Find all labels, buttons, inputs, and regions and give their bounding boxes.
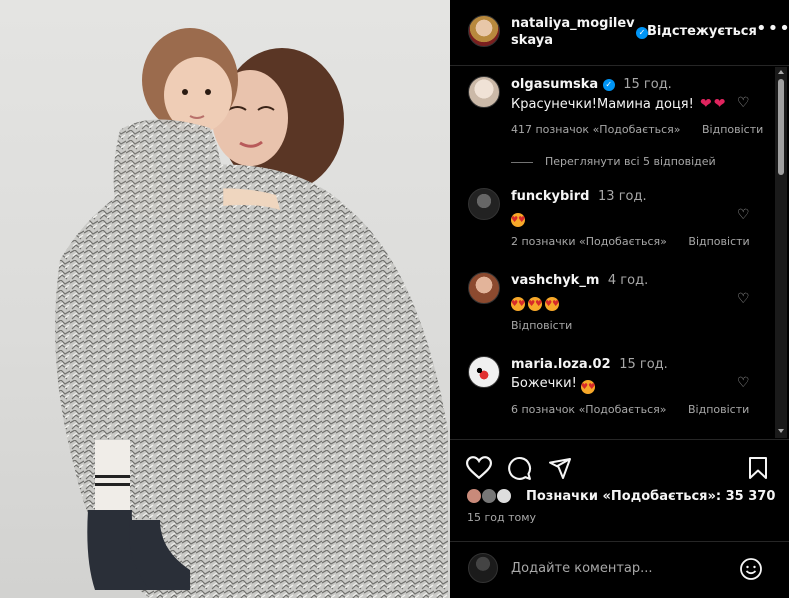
comment-text-content: Красунечки!Мамина доця! bbox=[511, 97, 694, 112]
share-icon[interactable] bbox=[548, 456, 572, 480]
comment-meta: 417 позначок «Подобається» Відповісти bbox=[511, 123, 781, 136]
comment-likes-count[interactable]: 2 позначки «Подобається» bbox=[511, 235, 667, 248]
comment-username-text[interactable]: vashchyk_m bbox=[511, 273, 599, 288]
comment-meta: Відповісти bbox=[511, 319, 590, 332]
red-heart-emoji-icon: ❤ bbox=[699, 96, 712, 112]
comment-time: 15 год. bbox=[623, 77, 672, 92]
comment-username-text[interactable]: funckybird bbox=[511, 189, 589, 204]
like-comment-heart-icon[interactable]: ♡ bbox=[737, 375, 750, 391]
commenter-avatar[interactable] bbox=[468, 188, 500, 220]
comment-time: 15 год. bbox=[619, 357, 668, 372]
comments-list: olgasumska ✓ 15 год. Красунечки!Мамина д… bbox=[450, 67, 789, 438]
reply-button[interactable]: Відповісти bbox=[511, 319, 572, 332]
liker-avatar bbox=[481, 488, 497, 504]
likes-summary[interactable]: Позначки «Подобається»: 35 370 bbox=[466, 487, 786, 507]
comment-username[interactable]: funckybird 13 год. bbox=[511, 189, 647, 204]
post-actions: Позначки «Подобається»: 35 370 15 год то… bbox=[450, 439, 789, 551]
post-photo[interactable] bbox=[0, 0, 450, 598]
comment-text: ♥♥ bbox=[511, 209, 528, 227]
reply-button[interactable]: Відповісти bbox=[688, 235, 749, 248]
following-button[interactable]: Відстежується bbox=[647, 24, 757, 39]
heart-eyes-emoji-icon: ♥♥ bbox=[528, 297, 542, 311]
heart-icon[interactable] bbox=[466, 456, 492, 480]
heart-eyes-emoji-icon: ♥♥ bbox=[511, 297, 525, 311]
like-comment-heart-icon[interactable]: ♡ bbox=[737, 291, 750, 307]
reply-button[interactable]: Відповісти bbox=[688, 403, 749, 416]
comment-input[interactable] bbox=[511, 561, 731, 576]
current-user-avatar[interactable] bbox=[468, 553, 498, 583]
comments-scrollbar[interactable] bbox=[775, 67, 787, 438]
comment-text: Красунечки!Мамина доця! ❤ ❤ bbox=[511, 96, 725, 112]
author-username[interactable]: nataliya_mogilevskaya bbox=[511, 15, 639, 49]
reply-button[interactable]: Відповісти bbox=[702, 123, 763, 136]
comment-time: 13 год. bbox=[598, 189, 647, 204]
heart-eyes-emoji-icon: ♥♥ bbox=[545, 297, 559, 311]
comment-username[interactable]: vashchyk_m 4 год. bbox=[511, 273, 648, 288]
comment-username[interactable]: maria.loza.02 15 год. bbox=[511, 357, 668, 372]
liker-avatar bbox=[496, 488, 512, 504]
comment-time: 4 год. bbox=[607, 273, 649, 288]
comment-likes-count[interactable]: 6 позначок «Подобається» bbox=[511, 403, 666, 416]
like-comment-heart-icon[interactable]: ♡ bbox=[737, 207, 750, 223]
emoji-icon[interactable] bbox=[739, 557, 763, 581]
comment-username[interactable]: olgasumska ✓ 15 год. bbox=[511, 77, 672, 92]
comment-username-text[interactable]: olgasumska bbox=[511, 77, 598, 92]
comment-text: ♥♥ ♥♥ ♥♥ bbox=[511, 293, 562, 311]
bookmark-icon[interactable] bbox=[748, 456, 768, 480]
liker-avatar bbox=[466, 488, 482, 504]
scroll-thumb[interactable] bbox=[778, 79, 784, 175]
like-comment-heart-icon[interactable]: ♡ bbox=[737, 95, 750, 111]
post-header: nataliya_mogilevskaya ✓ Відстежується ••… bbox=[450, 0, 789, 66]
comment-text-content: Божечки! bbox=[511, 376, 577, 391]
more-options-icon[interactable]: ••• bbox=[756, 18, 789, 39]
scroll-up-arrow-icon[interactable] bbox=[778, 70, 784, 74]
photo-illustration bbox=[55, 28, 448, 598]
comment-composer bbox=[450, 541, 789, 598]
comment-meta: 2 позначки «Подобається» Відповісти bbox=[511, 235, 768, 248]
view-replies-button[interactable]: Переглянути всі 5 відповідей bbox=[511, 155, 716, 168]
comment-meta: 6 позначок «Подобається» Відповісти bbox=[511, 403, 767, 416]
comment-username-text[interactable]: maria.loza.02 bbox=[511, 357, 611, 372]
author-avatar[interactable] bbox=[468, 15, 500, 47]
commenter-avatar[interactable] bbox=[468, 272, 500, 304]
post-side-panel: nataliya_mogilevskaya ✓ Відстежується ••… bbox=[450, 0, 789, 598]
replies-divider bbox=[511, 161, 533, 163]
comment-text: Божечки! ♥♥ bbox=[511, 376, 598, 394]
commenter-avatar[interactable] bbox=[468, 76, 500, 108]
view-replies-label[interactable]: Переглянути всі 5 відповідей bbox=[545, 155, 716, 168]
post-time[interactable]: 15 год тому bbox=[467, 511, 536, 524]
heart-eyes-emoji-icon: ♥♥ bbox=[511, 213, 525, 227]
heart-eyes-emoji-icon: ♥♥ bbox=[580, 380, 595, 394]
likes-count[interactable]: Позначки «Подобається»: 35 370 bbox=[526, 489, 775, 504]
red-heart-emoji-icon: ❤ bbox=[713, 96, 726, 112]
comment-icon[interactable] bbox=[507, 456, 532, 481]
verified-badge-icon: ✓ bbox=[602, 79, 615, 91]
comment-likes-count[interactable]: 417 позначок «Подобається» bbox=[511, 123, 680, 136]
scroll-down-arrow-icon[interactable] bbox=[778, 429, 784, 433]
commenter-avatar[interactable] bbox=[468, 356, 500, 388]
